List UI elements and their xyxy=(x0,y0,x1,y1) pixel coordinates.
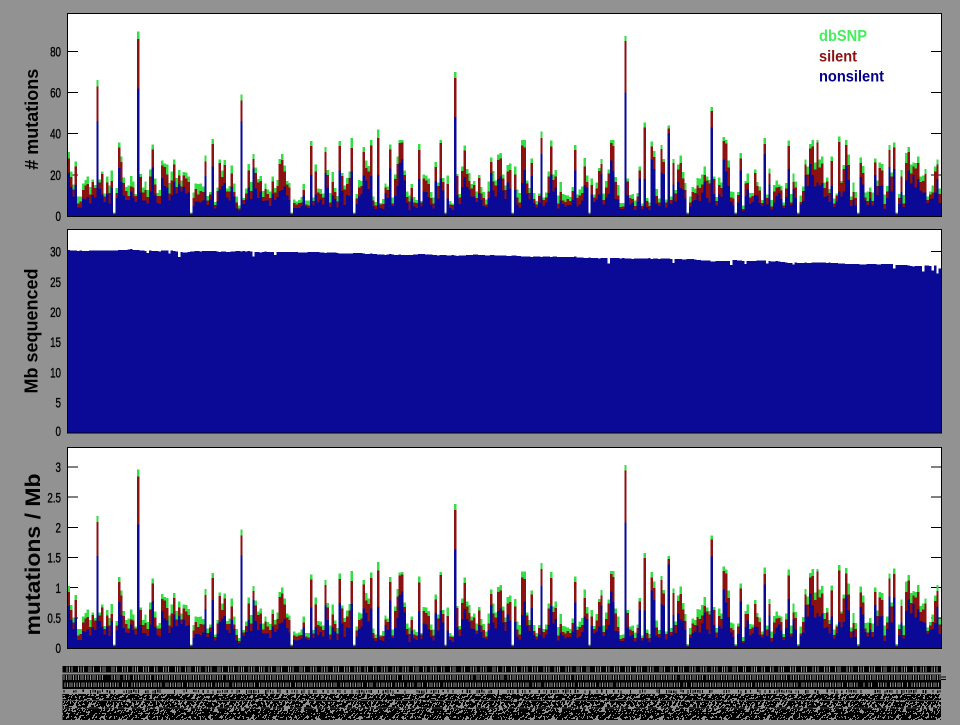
svg-text:silent: silent xyxy=(819,49,858,66)
svg-text:1: 1 xyxy=(56,580,62,596)
svg-text:mutations / Mb: mutations / Mb xyxy=(22,474,45,636)
svg-text:15: 15 xyxy=(50,334,61,350)
svg-text:2.5: 2.5 xyxy=(47,490,61,506)
svg-text:20: 20 xyxy=(50,167,61,183)
svg-text:3: 3 xyxy=(56,459,62,475)
svg-text:40: 40 xyxy=(50,126,61,142)
svg-text:0.5: 0.5 xyxy=(47,610,61,626)
svg-text:1.5: 1.5 xyxy=(47,550,61,566)
svg-text:20: 20 xyxy=(50,304,61,320)
svg-text:25: 25 xyxy=(50,274,61,290)
svg-text:Mb sequenced: Mb sequenced xyxy=(22,268,42,393)
svg-text:80: 80 xyxy=(50,44,61,60)
svg-text:0: 0 xyxy=(56,208,62,224)
svg-text:10: 10 xyxy=(50,365,61,381)
svg-text:# mutations: # mutations xyxy=(22,69,42,170)
svg-text:nonsilent: nonsilent xyxy=(819,69,885,86)
svg-text:0: 0 xyxy=(56,423,62,439)
svg-text:dbSNP: dbSNP xyxy=(819,28,867,45)
svg-text:60: 60 xyxy=(50,85,61,101)
svg-text:0: 0 xyxy=(56,640,62,656)
svg-text:30: 30 xyxy=(50,244,61,260)
svg-text:2: 2 xyxy=(56,520,62,536)
svg-text:5: 5 xyxy=(56,395,62,411)
